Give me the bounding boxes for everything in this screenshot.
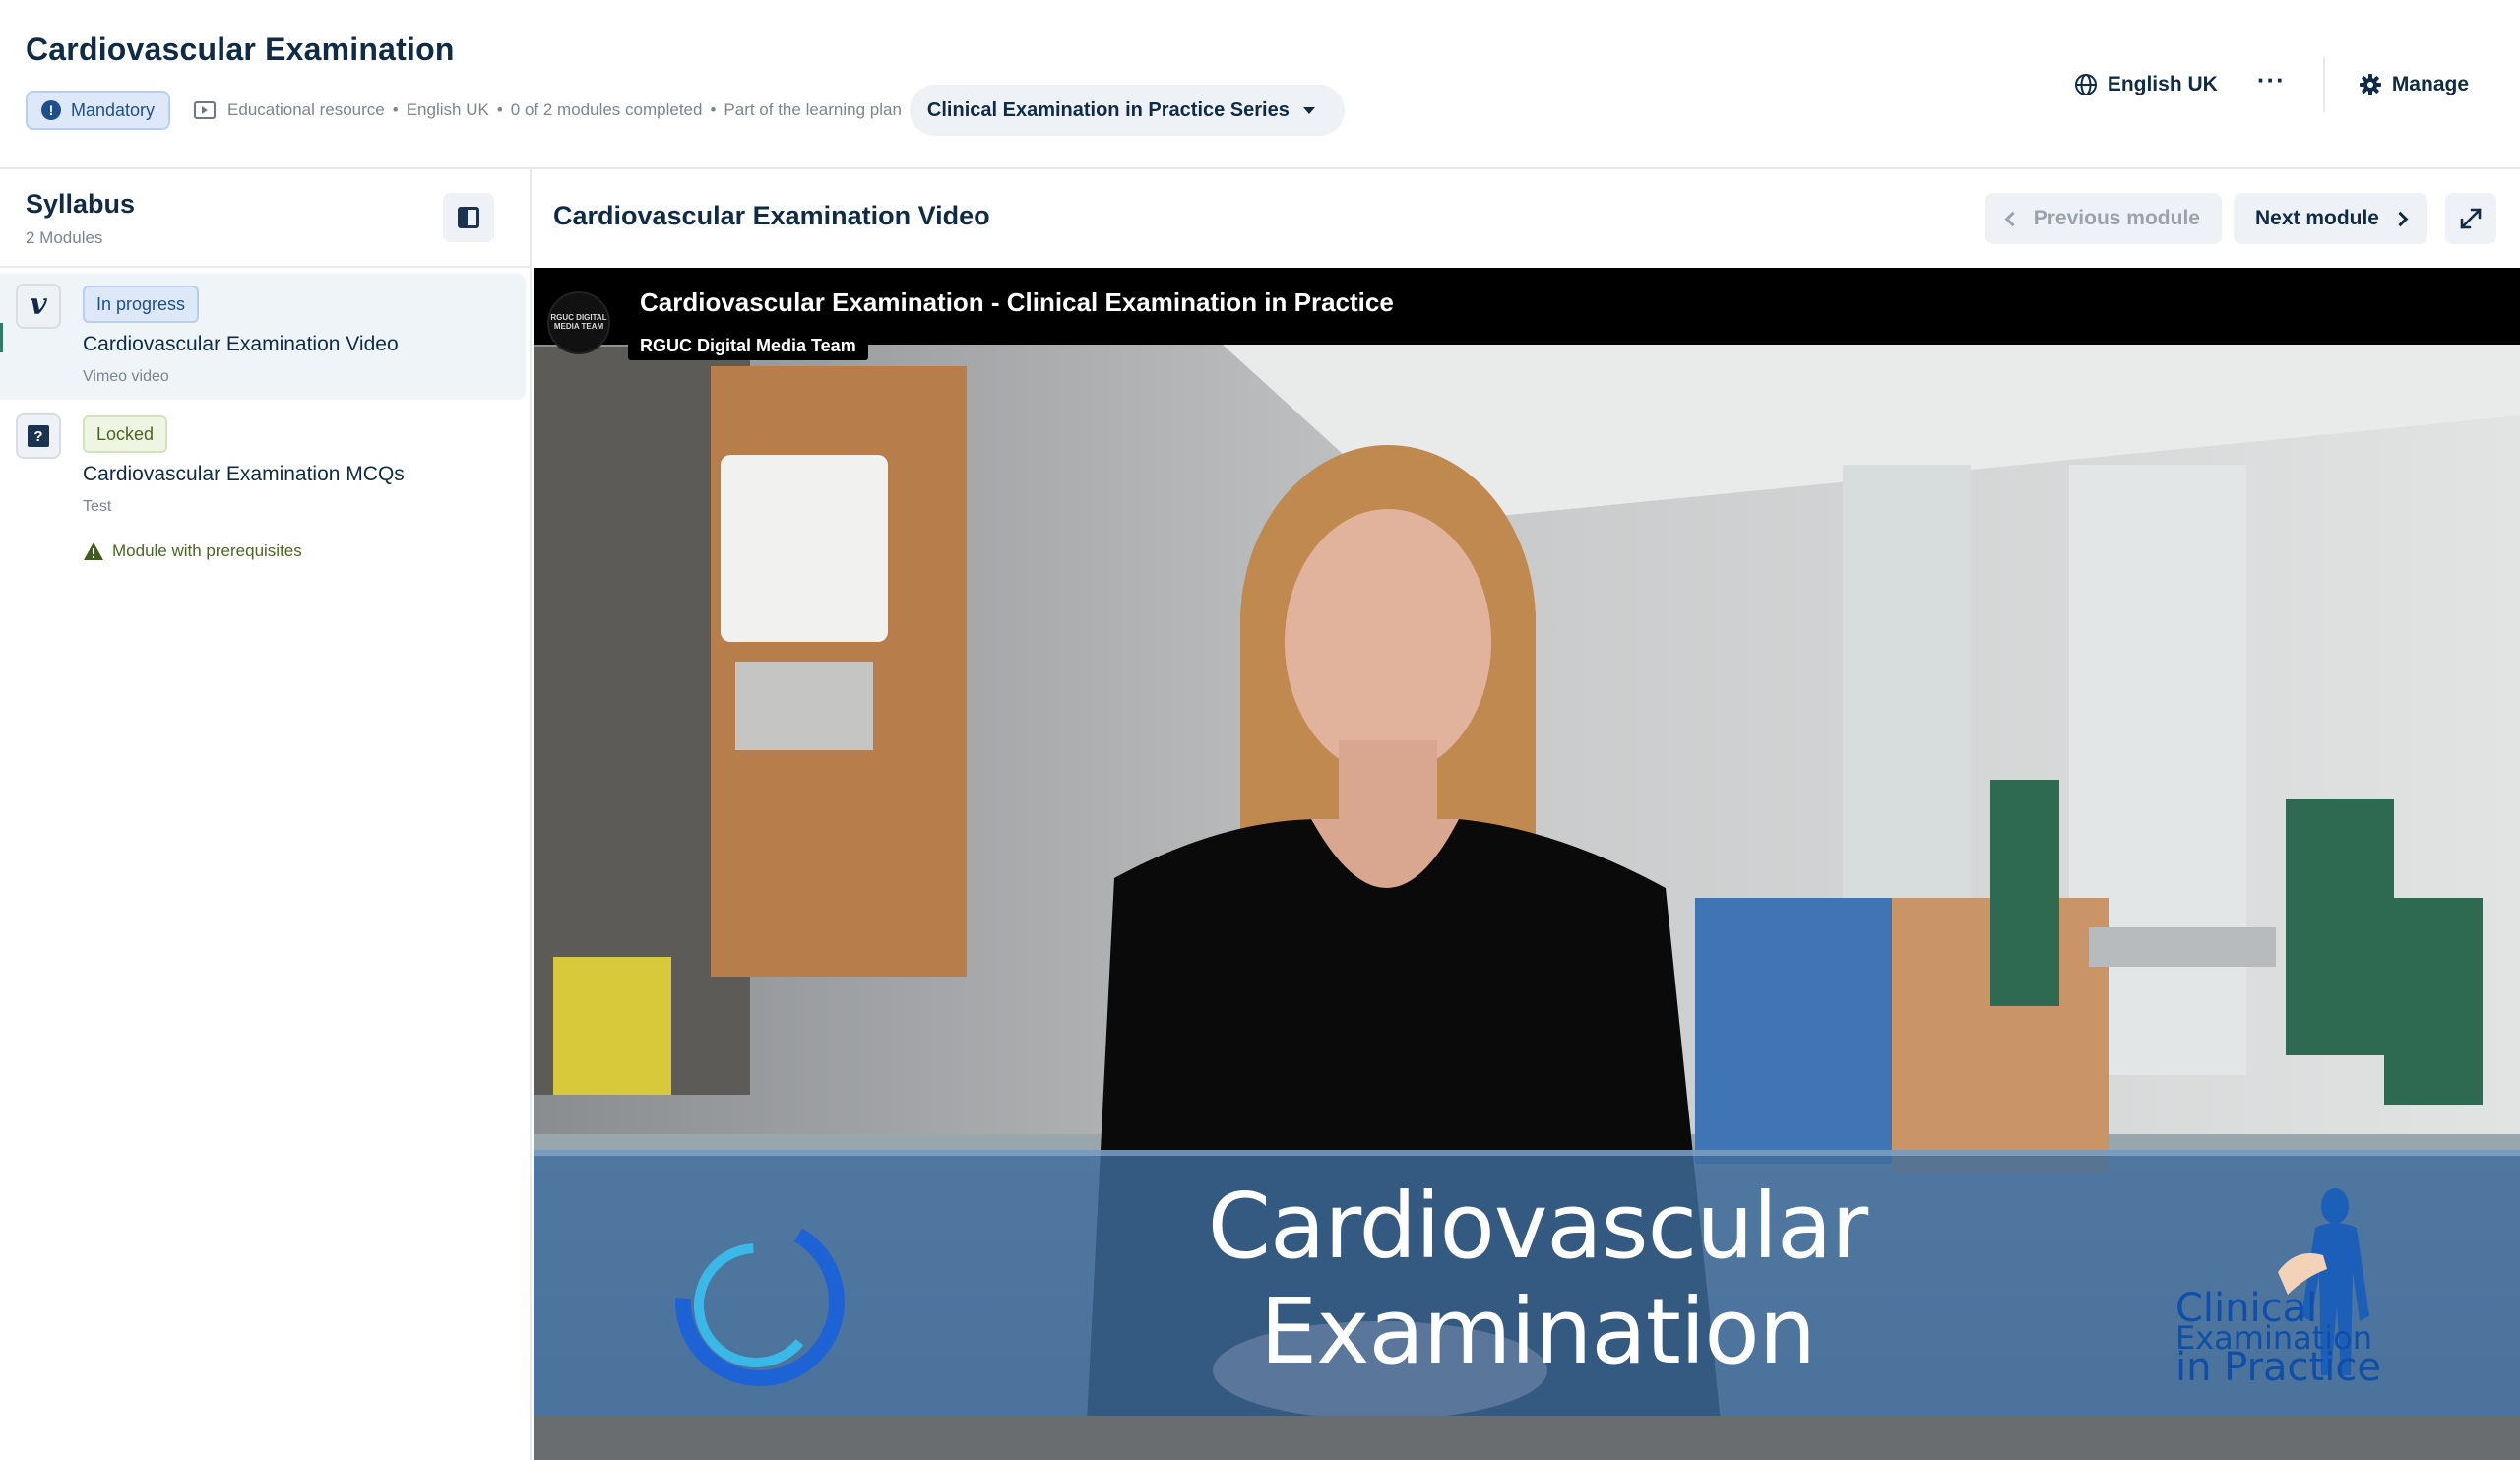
manage-label: Manage [2391,73,2469,95]
plan-prefix: Part of the learning plan [724,100,902,119]
syllabus-title: Syllabus [26,189,136,219]
syllabus-header: Syllabus 2 Modules [0,169,530,268]
syllabus-sidebar: Syllabus 2 Modules v In progress Cardiov… [0,169,532,1460]
resource-type: Educational resource [227,100,385,119]
video-bottom-strip [534,1416,2520,1460]
module-title: Cardiovascular Examination Video [83,333,399,355]
language-button[interactable]: English UK [2074,73,2218,96]
channel-avatar[interactable]: RGUC DIGITAL MEDIA TEAM [547,291,610,354]
globe-icon [2074,74,2097,95]
module-content-title: Cardiovascular Examination Video [553,201,990,230]
sidebar-panel-icon [458,207,479,228]
syllabus-count: 2 Modules [26,228,103,247]
page-header: Cardiovascular Examination ! Mandatory E… [0,0,2520,169]
learning-plan-dropdown[interactable]: Clinical Examination in Practice Series [909,85,1345,136]
learning-plan-name: Clinical Examination in Practice Series [926,98,1290,121]
mandatory-label: Mandatory [71,99,156,120]
module-item-mcqs[interactable]: ? Locked Cardiovascular Examination MCQs… [0,404,526,561]
more-options-button[interactable]: ··· [2257,67,2286,102]
video-channel-name[interactable]: RGUC Digital Media Team [628,331,868,360]
active-indicator [0,323,3,352]
module-content-header: Cardiovascular Examination Video Previou… [534,169,2520,268]
resource-progress: 0 of 2 modules completed [510,100,703,119]
module-subtitle: Test [83,498,112,515]
caret-down-icon [1302,106,1315,114]
module-content: Cardiovascular Examination Video Previou… [534,169,2520,1460]
ring-logo-icon [675,1217,845,1386]
next-module-button[interactable]: Next module [2233,193,2427,244]
meta-row: ! Mandatory Educational resource • Engli… [26,85,1345,136]
header-actions: English UK ··· Manage [2074,57,2520,112]
mandatory-badge: ! Mandatory [26,91,171,130]
lower-third-title: Cardiovascular Examination [1207,1174,1868,1384]
resource-language: English UK [406,100,489,119]
video-player[interactable]: RGUC DIGITAL MEDIA TEAM Cardiovascular E… [534,268,2520,1460]
info-icon: ! [41,100,61,120]
language-label: English UK [2107,73,2218,95]
previous-module-button[interactable]: Previous module [1984,193,2222,244]
vimeo-icon: v [16,284,61,329]
module-subtitle: Vimeo video [83,368,169,385]
logo-line-3: in Practice [2175,1345,2381,1390]
prerequisites-label: Module with prerequisites [112,541,302,560]
header-divider [2322,57,2325,112]
module-title: Cardiovascular Examination MCQs [83,463,405,485]
collapse-sidebar-button[interactable] [443,193,494,242]
status-badge-in-progress: In progress [83,286,200,323]
chevron-right-icon [2392,211,2409,226]
module-item-video[interactable]: v In progress Cardiovascular Examination… [0,274,526,400]
module-navigation: Previous module Next module [1984,193,2496,244]
prerequisites-note: Module with prerequisites [83,541,302,561]
chevron-left-icon [2004,211,2021,226]
video-title[interactable]: Cardiovascular Examination - Clinical Ex… [640,287,1394,318]
fullscreen-button[interactable] [2445,193,2496,244]
previous-module-label: Previous module [2033,207,2200,229]
quiz-icon: ? [16,413,61,459]
clinical-examination-logo-text: Clinical Examination in Practice [2175,1289,2381,1390]
presentation-icon [194,101,217,119]
status-badge-locked: Locked [83,415,168,453]
warning-icon [84,542,103,560]
gear-icon [2359,74,2381,95]
expand-icon [2460,208,2482,229]
manage-button[interactable]: Manage [2359,73,2469,96]
page-title: Cardiovascular Examination [26,32,455,67]
next-module-label: Next module [2254,207,2379,229]
resource-meta: Educational resource • English UK • 0 of… [227,100,902,119]
